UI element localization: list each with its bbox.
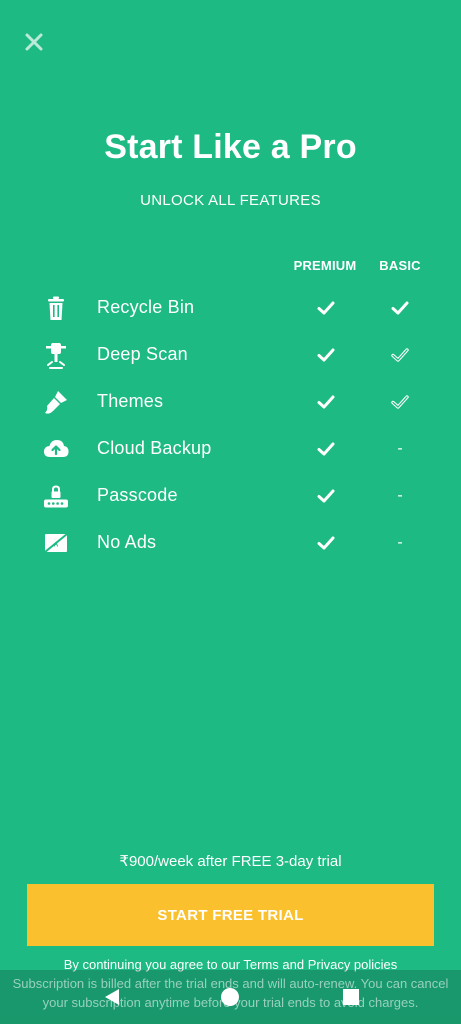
no-ads-icon: A <box>42 529 70 557</box>
drill-icon <box>42 341 70 369</box>
feature-label: Recycle Bin <box>97 297 195 317</box>
close-button[interactable] <box>22 30 46 54</box>
column-header-basic: BASIC <box>379 258 421 273</box>
premium-check-icon <box>314 296 338 320</box>
feature-label: Passcode <box>97 485 178 505</box>
feature-label: Themes <box>97 391 164 411</box>
premium-check-icon <box>314 531 338 555</box>
cloud-upload-icon <box>42 435 70 463</box>
basic-unavailable-dash: - <box>397 534 403 551</box>
page-title: Start Like a Pro <box>104 128 357 166</box>
close-icon <box>25 33 43 51</box>
premium-check-icon <box>314 343 338 367</box>
feature-row-no-ads: A No Ads - <box>0 521 461 565</box>
feature-label: Deep Scan <box>97 344 188 364</box>
price-note: ₹900/week after FREE 3-day trial <box>119 853 342 870</box>
premium-check-icon <box>314 390 338 414</box>
feature-row-themes: Themes <box>0 380 461 424</box>
trash-icon <box>42 294 70 322</box>
start-free-trial-button[interactable]: START FREE TRIAL <box>27 884 434 946</box>
basic-unavailable-dash: - <box>397 440 403 457</box>
column-header-premium: PREMIUM <box>293 258 357 273</box>
page-subtitle: UNLOCK ALL FEATURES <box>140 192 321 209</box>
billing-disclaimer: Subscription is billed after the trial e… <box>12 976 449 1010</box>
basic-unavailable-dash: - <box>397 487 403 504</box>
feature-row-recycle-bin: Recycle Bin <box>0 286 461 330</box>
feature-row-passcode: Passcode - <box>0 474 461 518</box>
basic-check-outline-icon <box>388 390 412 414</box>
feature-row-cloud-backup: Cloud Backup - <box>0 427 461 471</box>
premium-check-icon <box>314 484 338 508</box>
svg-text:A: A <box>54 542 59 549</box>
feature-label: No Ads <box>97 532 157 552</box>
lock-keypad-icon <box>42 482 70 510</box>
basic-check-outline-icon <box>388 343 412 367</box>
premium-check-icon <box>314 437 338 461</box>
feature-row-deep-scan: Deep Scan <box>0 333 461 377</box>
basic-check-icon <box>388 296 412 320</box>
brush-icon <box>42 388 70 416</box>
feature-label: Cloud Backup <box>97 438 212 458</box>
